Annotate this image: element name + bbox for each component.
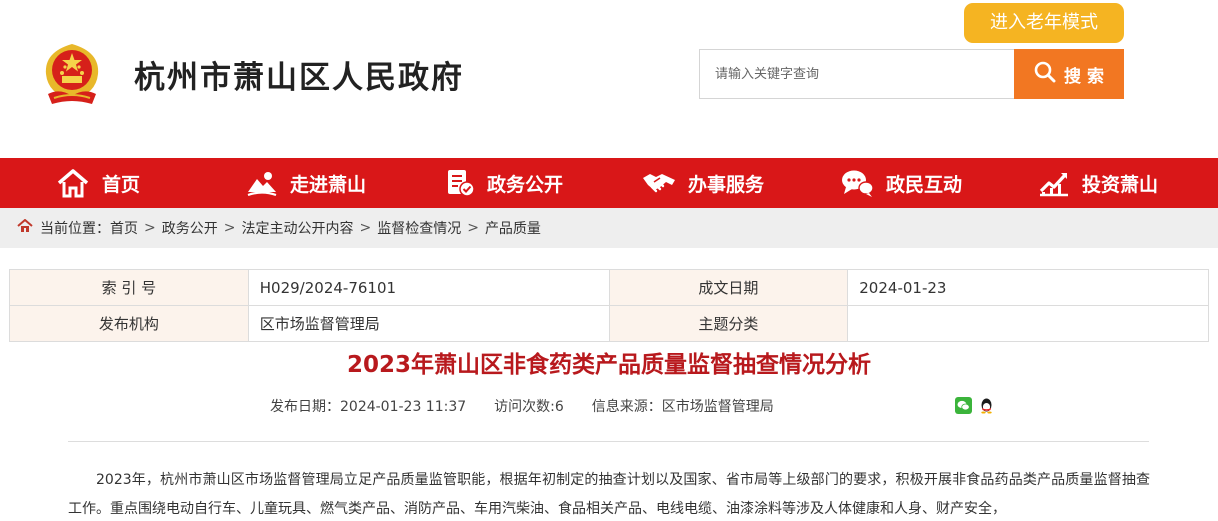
nav-item-investment[interactable]: 投资萧山	[1038, 158, 1158, 208]
breadcrumb-link-product-quality[interactable]: 产品质量	[485, 218, 541, 238]
main-nav: 首页 走进萧山 政务公开 办事服务 政民互动 投资萧山	[0, 158, 1218, 208]
home-icon	[56, 168, 90, 198]
elder-mode-button[interactable]: 进入老年模式	[964, 3, 1124, 43]
info-source: 信息来源：区市场监督管理局	[591, 399, 774, 415]
publisher-label: 发布机构	[9, 305, 249, 342]
breadcrumb-bar: 当前位置： 首页 > 政务公开 > 法定主动公开内容 > 监督检查情况 > 产品…	[0, 208, 1218, 248]
article-title: 2023年萧山区非食药类产品质量监督抽查情况分析	[346, 352, 871, 378]
document-info-table: 索 引 号 H029/2024-76101 成文日期 2024-01-23 发布…	[9, 269, 1209, 342]
search-button-label: 搜 索	[1064, 66, 1104, 87]
nav-item-services[interactable]: 办事服务	[642, 158, 764, 208]
national-emblem-icon	[40, 38, 104, 108]
topic-label: 主题分类	[608, 305, 849, 342]
home-icon	[17, 218, 33, 237]
breadcrumb-separator: >	[467, 220, 479, 236]
site-header: 杭州市萧山区人民政府 进入老年模式 搜 索	[0, 0, 1218, 158]
search-box	[699, 49, 1015, 99]
breadcrumb-separator: >	[223, 220, 236, 236]
date-value: 2024-01-23	[847, 269, 1209, 306]
article-body: 2023年，杭州市萧山区市场监督管理局立足产品质量监管职能，根据年初制定的抽查计…	[68, 472, 1150, 517]
nav-item-label: 首页	[102, 173, 141, 196]
nav-item-label: 办事服务	[688, 173, 765, 196]
handshake-icon	[642, 168, 676, 198]
nav-item-label: 政民互动	[886, 173, 963, 196]
nav-item-about-xiaoshan[interactable]: 走进萧山	[246, 158, 366, 208]
nav-item-label: 政务公开	[487, 173, 564, 196]
breadcrumb-prefix: 当前位置：	[40, 221, 110, 237]
breadcrumb-link-home[interactable]: 首页	[110, 218, 138, 238]
breadcrumb-link-supervision[interactable]: 监督检查情况	[377, 218, 461, 238]
search-input[interactable]	[700, 50, 1015, 98]
date-label: 成文日期	[608, 269, 849, 306]
publish-date: 发布日期：2024-01-23 11:37	[270, 399, 467, 415]
visit-count: 访问次数:6	[494, 399, 564, 415]
divider	[68, 441, 1149, 442]
topic-value	[847, 305, 1209, 342]
index-number-value: H029/2024-76101	[247, 269, 610, 306]
site-title: 杭州市萧山区人民政府	[134, 60, 464, 96]
chat-bubbles-icon	[840, 168, 874, 198]
nav-item-label: 走进萧山	[290, 173, 367, 196]
qq-share-icon[interactable]	[978, 397, 995, 414]
breadcrumb-link-gov-affairs[interactable]: 政务公开	[162, 218, 218, 238]
table-row: 索 引 号 H029/2024-76101 成文日期 2024-01-23	[9, 269, 1209, 306]
search-icon	[1034, 61, 1056, 88]
breadcrumb-separator: >	[144, 220, 156, 236]
article-meta: 发布日期：2024-01-23 11:37 访问次数:6 信息来源：区市场监督管…	[270, 396, 802, 416]
breadcrumb: 当前位置： 首页 > 政务公开 > 法定主动公开内容 > 监督检查情况 > 产品…	[17, 208, 541, 248]
breadcrumb-separator: >	[359, 220, 372, 236]
search-button[interactable]: 搜 索	[1014, 49, 1124, 99]
table-row: 发布机构 区市场监督管理局 主题分类	[9, 305, 1209, 342]
breadcrumb-link-statutory-disclosure[interactable]: 法定主动公开内容	[241, 218, 353, 238]
nav-item-home[interactable]: 首页	[56, 158, 140, 208]
nav-item-gov-affairs[interactable]: 政务公开	[445, 158, 563, 208]
wechat-share-icon[interactable]	[955, 397, 972, 414]
landscape-icon	[246, 168, 278, 198]
nav-item-label: 投资萧山	[1082, 173, 1159, 196]
share-bar	[955, 397, 995, 414]
nav-item-interaction[interactable]: 政民互动	[840, 158, 962, 208]
growth-chart-icon	[1038, 168, 1070, 198]
publisher-value: 区市场监督管理局	[247, 305, 610, 342]
document-check-icon	[445, 168, 475, 198]
index-number-label: 索 引 号	[9, 269, 249, 306]
